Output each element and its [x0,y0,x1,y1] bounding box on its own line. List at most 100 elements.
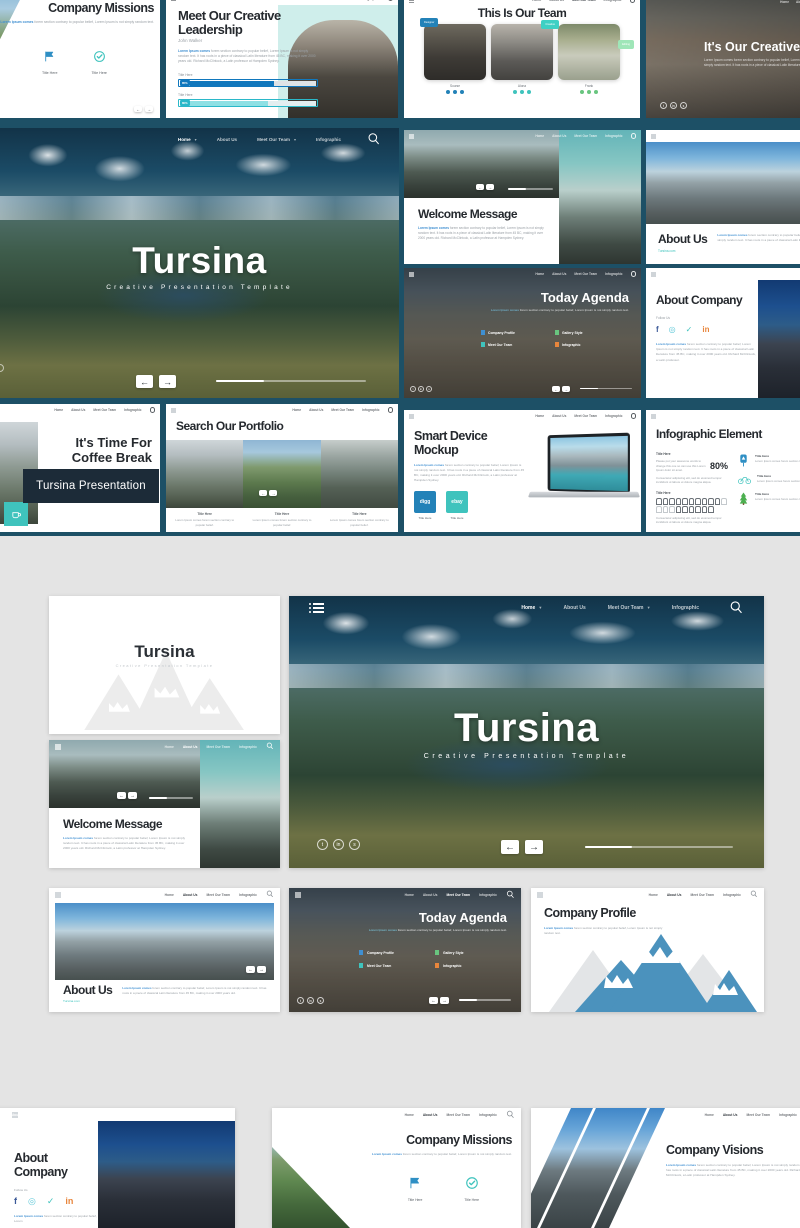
linkedin-icon[interactable]: in [670,102,677,109]
mission-item-1[interactable]: Title Here [91,50,107,75]
nav-item-meet-our-team[interactable]: Meet Our Team [206,893,230,897]
nav-item-infographic[interactable]: Infographic [672,605,699,611]
nav-item-meet-our-team[interactable]: Meet Our Team [331,408,354,412]
search-icon[interactable] [149,407,155,413]
nav-item-home[interactable]: Home [165,893,174,897]
hamburger-menu-icon[interactable] [55,743,61,750]
nav-item-infographic[interactable]: Infographic [604,0,622,2]
slide-progress-bar[interactable] [508,188,553,190]
agenda-item-2[interactable]: Meet Our Team [359,963,429,968]
nav-item-about-us[interactable]: About Us [549,0,564,2]
nav-item-infographic[interactable]: Infographic [124,408,141,412]
facebook-icon[interactable]: f [656,325,659,334]
nav-item-meet-our-team[interactable]: Meet Our Team [446,893,470,897]
device-badge-1[interactable]: ebay Title Here [446,490,468,520]
twitter-icon[interactable] [527,90,531,94]
nav-item-about-us[interactable]: About Us [423,893,438,897]
twitter-icon[interactable]: t [410,386,416,392]
hamburger-menu-icon[interactable] [409,0,414,3]
nav-item-about-us[interactable]: About Us [11,1113,25,1117]
search-icon[interactable] [629,0,635,3]
nav-item-about-us[interactable]: About Us [217,137,237,142]
instagram-icon[interactable]: ◎ [669,325,676,334]
hamburger-menu-icon[interactable] [171,0,176,1]
slide-about-company-top[interactable]: Home About Us About Company Follow Us f … [646,268,800,398]
nav-item-home[interactable]: Home [780,0,789,4]
creative-team-socials[interactable]: t in s [660,102,687,109]
nav-item-infographic[interactable]: Infographic [723,893,741,897]
team-member-0[interactable]: Designer Sourse [420,18,486,94]
nav-item-home[interactable]: Home [0,1113,2,1117]
hamburger-menu-icon[interactable] [171,407,176,413]
twitter-icon[interactable]: t [297,997,304,1004]
hamburger-menu-icon[interactable] [309,603,324,613]
slide-about-us-card[interactable]: Home About Us Meet Our Team Infographic … [49,888,280,1012]
search-icon[interactable] [367,132,381,147]
slide-about-company-bottom[interactable]: Home About Us Meet Our Team Infographic … [0,1108,235,1228]
nav-item-about-us[interactable]: About Us [183,745,198,749]
agenda-item-1[interactable]: Gallery Style [435,950,505,955]
nav-item-home[interactable]: Home [535,414,544,418]
nav-item-about-us[interactable]: About Us [564,605,586,611]
nav-item-home[interactable]: Home [405,893,414,897]
agenda-item-1[interactable]: Gallery Style [555,330,623,335]
next-arrow[interactable]: → [128,792,137,799]
slide-progress-bar[interactable] [580,387,632,389]
nav-item-infographic[interactable]: Infographic [239,745,257,749]
portfolio-card-2[interactable]: Title Here Lorem Ipsum comes forem secti… [320,440,398,527]
slide-company-missions-top[interactable]: Home About Us Meet Our Team Infographic … [0,0,160,118]
nav-item-infographic[interactable]: Infographic [605,134,622,138]
slide-arrows[interactable]: ← → [552,386,570,392]
search-icon[interactable] [630,133,636,139]
nav-item-meet-our-team[interactable]: Meet Our Team [446,1113,470,1117]
twitter-icon[interactable]: ✓ [686,325,693,334]
linkedin-icon[interactable]: in [702,325,709,334]
slide-welcome-top[interactable]: Home About Us Meet Our Team Infographic … [404,130,641,264]
hamburger-menu-icon[interactable] [409,413,414,419]
slide-progress-bar[interactable] [149,797,193,799]
slide-device-mockup[interactable]: Home About Us Meet Our Team Infographic … [404,410,641,532]
skype-icon[interactable]: s [426,386,432,392]
nav-item-infographic[interactable]: Infographic [239,893,257,897]
twitter-icon[interactable] [460,90,464,94]
nav-item-infographic[interactable]: Infographic [66,1113,83,1117]
nav-item-home[interactable]: Home [292,408,301,412]
today-agenda-socials[interactable]: t in s [410,386,432,392]
hamburger-menu-icon[interactable] [295,891,301,898]
slide-arrows[interactable]: ← → [476,184,494,190]
agenda-item-0[interactable]: Company Profile [481,330,549,335]
nav-item-home[interactable]: Home [535,272,544,276]
facebook-icon[interactable] [580,90,584,94]
portfolio-card-1[interactable]: ← → Title Here Lorem Ipsum comes forem s… [243,440,321,527]
instagram-icon[interactable] [453,90,457,94]
slide-progress-bar[interactable] [216,380,366,382]
slide-coffee-break[interactable]: Home About Us Meet Our Team Infographic … [0,404,160,532]
nav-item-meet-our-team[interactable]: Meet Our Team [690,893,714,897]
agenda-item-2[interactable]: Meet Our Team [481,342,549,347]
team-member-1[interactable]: Creative Alona [491,20,559,94]
nav-item-home[interactable]: Home [178,137,191,142]
twitter-icon[interactable]: ✓ [47,1196,55,1207]
nav-item-about-us[interactable]: About Us [306,0,321,1]
instagram-icon[interactable] [520,90,524,94]
nav-item-about-us[interactable]: About Us [552,272,566,276]
prev-arrow[interactable]: ← [134,106,142,112]
slide-company-visions-bottom[interactable]: Home About Us Meet Our Team Infographic … [531,1108,800,1228]
slide-company-profile-card[interactable]: Home About Us Meet Our Team Infographic … [531,888,764,1012]
next-arrow[interactable]: → [525,840,543,854]
twitter-icon[interactable] [594,90,598,94]
linkedin-icon[interactable]: in [418,386,424,392]
infographic-list-item-2[interactable]: Title Here Lorem Ipsum comes forem secti… [738,492,800,505]
prev-arrow[interactable]: ← [501,840,519,854]
agenda-item-3[interactable]: Infographic [555,342,623,347]
nav-item-about-us[interactable]: About Us [796,0,800,4]
search-icon[interactable] [506,1110,515,1120]
search-icon[interactable] [266,890,274,899]
nav-item-about-us[interactable]: About Us [309,408,323,412]
nav-item-home[interactable]: Home [405,1113,414,1117]
instagram-icon[interactable] [587,90,591,94]
next-arrow[interactable]: → [440,997,449,1004]
search-icon[interactable] [387,0,393,2]
hamburger-menu-icon[interactable] [409,271,414,277]
prev-arrow[interactable]: ← [117,792,126,799]
